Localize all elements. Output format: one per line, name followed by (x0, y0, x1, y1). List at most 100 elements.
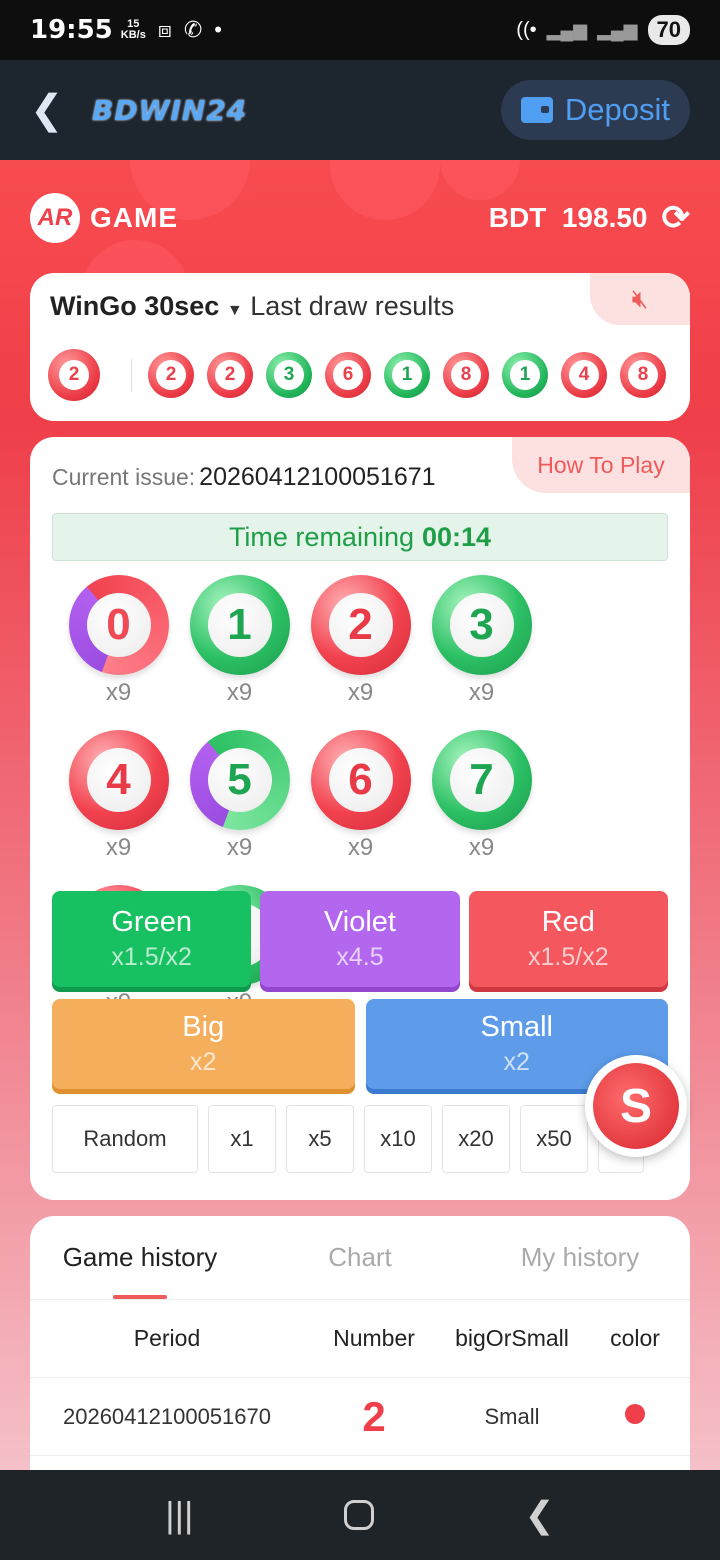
red-button[interactable]: Red x1.5/x2 (468, 891, 668, 987)
deposit-label: Deposit (564, 92, 670, 127)
number-ball-2[interactable]: 2 x9 (300, 575, 421, 730)
ball-graphic: 0 (68, 575, 169, 675)
color-bets: Green x1.5/x2 Violet x4.5 Red x1.5/x2 (52, 891, 668, 987)
result-ball: 2 (148, 352, 194, 398)
recent-apps-button[interactable]: ||| (165, 1494, 193, 1536)
result-ball: 6 (325, 352, 371, 398)
ball-multiplier: x9 (347, 834, 374, 861)
multiplier-x5[interactable]: x5 (286, 1105, 354, 1173)
multiplier-x1[interactable]: x1 (208, 1105, 276, 1173)
dropdown-icon: ▼ (226, 302, 243, 319)
result-ball: 8 (443, 352, 489, 398)
size-cell: Small (484, 1403, 540, 1429)
col-big-or-small: bigOrSmall (455, 1325, 569, 1351)
history-header: Period Number bigOrSmall color (30, 1300, 690, 1378)
brand-logo: BDWIN24 (92, 93, 248, 127)
game-brand: GAME (90, 202, 178, 233)
number-ball-5[interactable]: 5 x9 (179, 730, 300, 885)
color-cell (580, 1403, 690, 1430)
issue-number: 20260412100051671 (199, 463, 436, 491)
refresh-icon[interactable]: ⟳ (662, 198, 691, 238)
deposit-button[interactable]: Deposit (500, 80, 690, 140)
history-tabs: Game history Chart My history (30, 1216, 690, 1300)
ball-multiplier: x9 (347, 679, 374, 706)
multiplier-x50[interactable]: x50 (520, 1105, 588, 1173)
system-back-button[interactable]: ❮ (525, 1494, 555, 1536)
random-button[interactable]: Random (52, 1105, 198, 1173)
number-ball-4[interactable]: 4 x9 (58, 730, 179, 885)
latest-result-ball: 2 (48, 349, 100, 401)
col-color: color (610, 1325, 660, 1351)
system-nav-bar: ||| ❮ (0, 1470, 720, 1560)
game-area: AR GAME BDT 198.50 ⟳ WinGo 30sec ▼ Last … (0, 160, 720, 1470)
result-ball: 3 (266, 352, 312, 398)
dragon-icon: S (593, 1063, 679, 1149)
multiplier-row: Random x1 x5 x10 x20 x50 (52, 1105, 668, 1173)
screenshot-icon: ⧈ (157, 17, 172, 42)
dot-icon: • (214, 17, 222, 42)
ball-graphic: 2 (310, 575, 411, 675)
number-cell: 2 (362, 1392, 386, 1440)
number-ball-1[interactable]: 1 x9 (179, 575, 300, 730)
result-ball: 8 (620, 352, 666, 398)
color-dot (625, 1403, 645, 1424)
green-button[interactable]: Green x1.5/x2 (52, 891, 252, 987)
balance-amount: BDT 198.50 (488, 202, 648, 233)
status-time: 19:55 (30, 15, 113, 45)
number-ball-0[interactable]: 0 x9 (58, 575, 179, 730)
multiplier-x10[interactable]: x10 (364, 1105, 432, 1173)
draw-title[interactable]: WinGo 30sec ▼ Last draw results (50, 291, 454, 322)
network-speed: 15 KB/s (120, 18, 146, 41)
status-bar: 19:55 15 KB/s ⧈ ✆ • ((• ▂▄▆ ▂▄▆ 70 (0, 0, 720, 60)
ball-graphic: 5 (189, 730, 290, 830)
tab-chart[interactable]: Chart (250, 1216, 470, 1299)
phone-icon: ✆ (183, 17, 203, 42)
battery-level: 70 (647, 15, 690, 45)
divider (131, 359, 132, 391)
result-ball: 1 (384, 352, 430, 398)
ball-graphic: 6 (310, 730, 411, 830)
countdown: 00:14 (422, 521, 492, 552)
multiplier-x20[interactable]: x20 (442, 1105, 510, 1173)
ball-multiplier: x9 (468, 834, 495, 861)
ball-multiplier: x9 (105, 679, 132, 706)
time-remaining: Time remaining 00:14 (52, 513, 668, 561)
number-ball-7[interactable]: 7 x9 (421, 730, 542, 885)
ball-multiplier: x9 (226, 834, 253, 861)
sound-mute-button[interactable]: 🔇︎ (590, 273, 690, 325)
ball-graphic: 7 (431, 730, 532, 830)
number-ball-6[interactable]: 6 x9 (300, 730, 421, 885)
ball-graphic: 4 (68, 730, 169, 830)
ball-graphic: 3 (431, 575, 532, 675)
wallet-balance: BDT 198.50 ⟳ (489, 198, 690, 238)
last-draw-card: WinGo 30sec ▼ Last draw results 🔇︎ 2 223… (30, 273, 690, 421)
number-ball-3[interactable]: 3 x9 (421, 575, 542, 730)
size-bets: Big x2 Small x2 (52, 999, 668, 1089)
dragon-float-button[interactable]: S (585, 1055, 687, 1157)
table-row: 20260412100051670 2 Small (30, 1378, 690, 1456)
home-button[interactable] (343, 1500, 374, 1530)
period-cell: 20260412100051670 (62, 1403, 271, 1429)
big-button[interactable]: Big x2 (52, 999, 355, 1089)
ball-multiplier: x9 (105, 834, 132, 861)
result-ball: 2 (207, 352, 253, 398)
signal-icon-2: ▂▄▆ (597, 19, 638, 40)
back-button[interactable]: ❮ (30, 87, 74, 133)
ar-game-logo: AR (30, 193, 80, 243)
draw-results-row: 2 223618148 (48, 349, 679, 401)
current-issue: Current issue: 20260412100051671 (52, 463, 436, 491)
signal-icon: ▂▄▆ (546, 19, 588, 40)
col-period: Period (133, 1325, 201, 1351)
previous-results: 223618148 (148, 352, 679, 398)
speaker-mute-icon: 🔇︎ (631, 283, 649, 313)
tab-game-history[interactable]: Game history (30, 1216, 250, 1299)
how-to-play-button[interactable]: How To Play (512, 437, 690, 493)
violet-button[interactable]: Violet x4.5 (260, 891, 460, 987)
wallet-icon (520, 97, 553, 123)
result-ball: 4 (561, 352, 607, 398)
ball-graphic: 1 (189, 575, 290, 675)
ball-multiplier: x9 (468, 679, 495, 706)
history-card: Game history Chart My history Period Num… (30, 1216, 690, 1470)
col-number: Number (333, 1325, 415, 1351)
tab-my-history[interactable]: My history (470, 1216, 690, 1299)
